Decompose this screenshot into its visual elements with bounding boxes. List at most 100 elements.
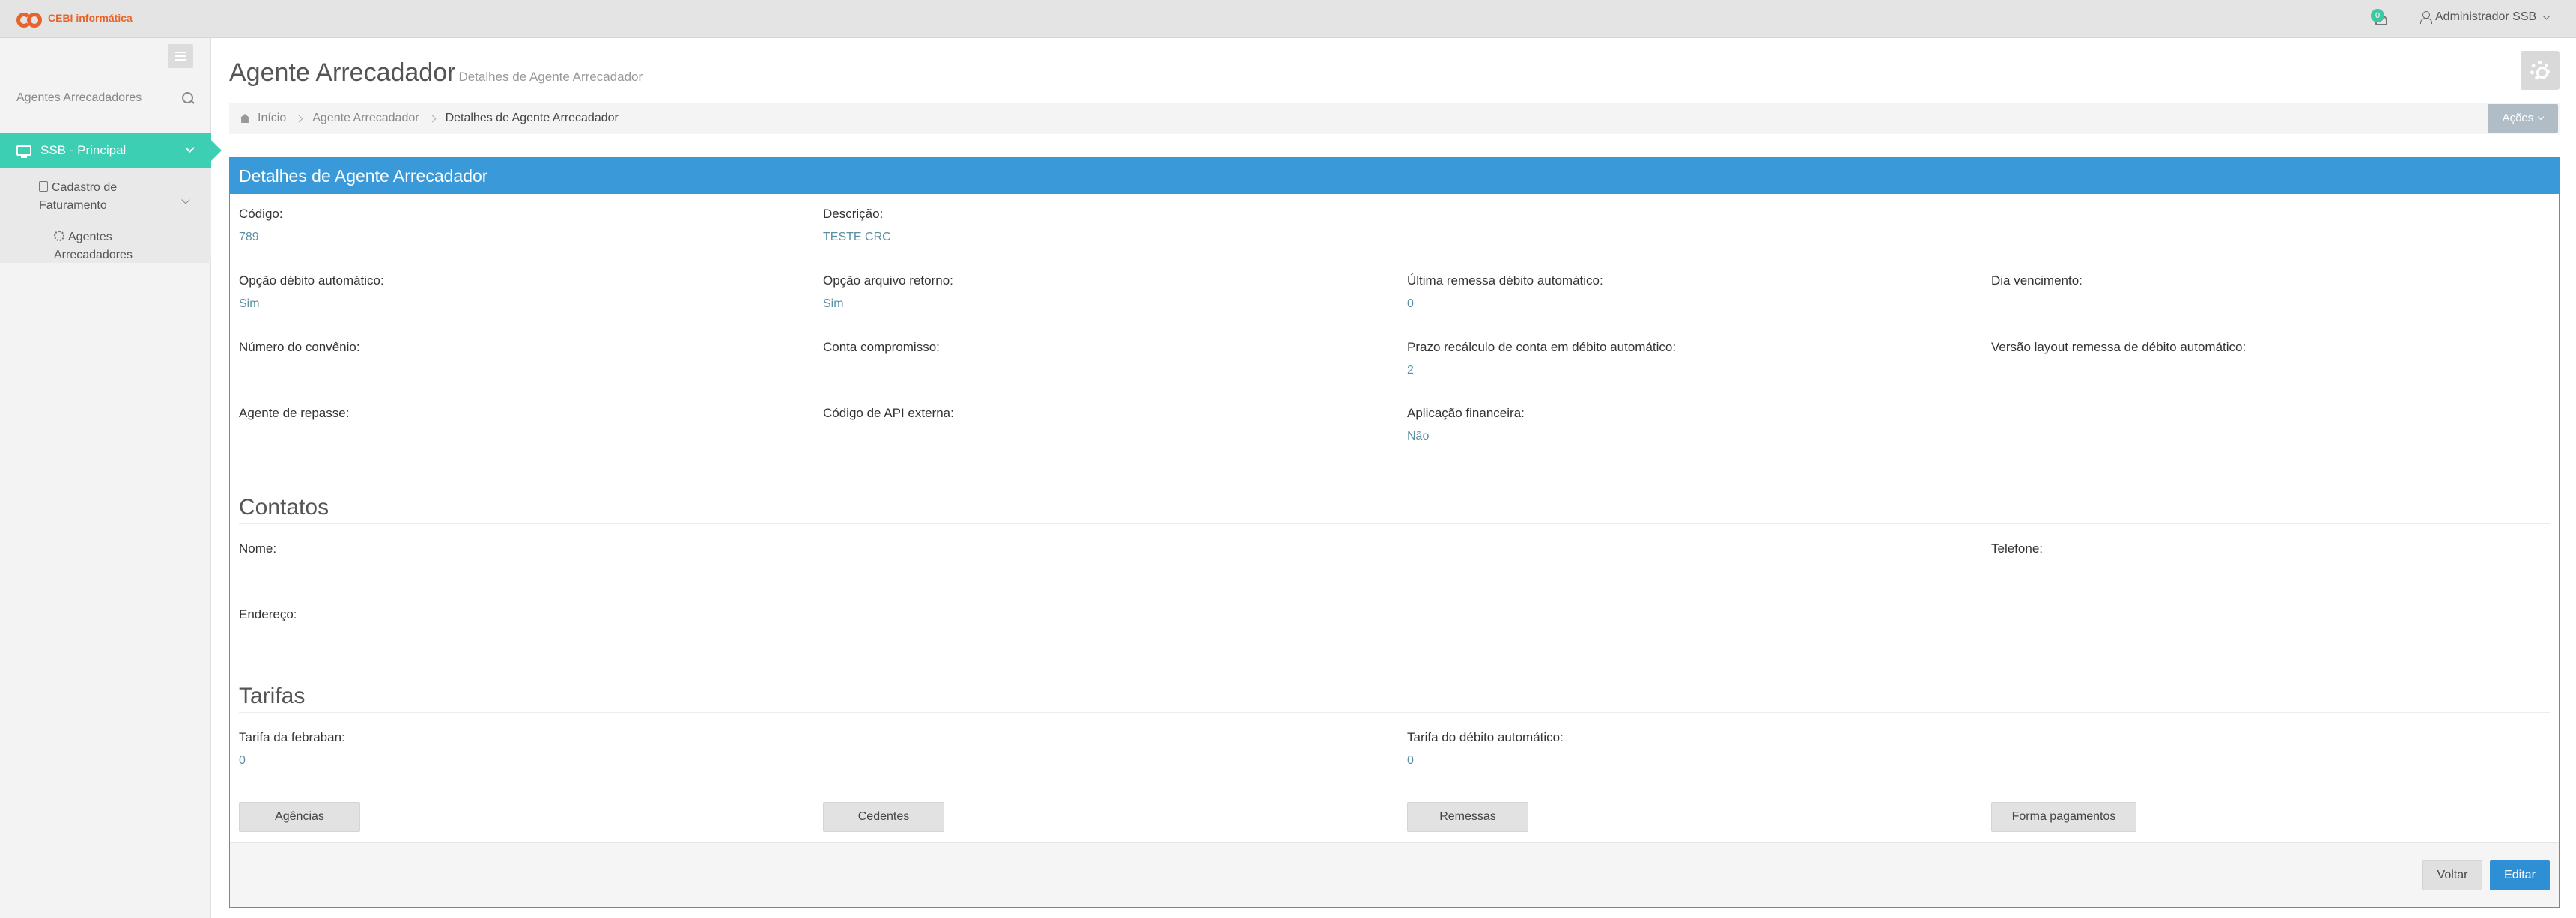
field-value	[823, 364, 940, 377]
field-label: Endereço:	[239, 607, 297, 621]
field-label: Nome:	[239, 541, 277, 556]
edit-button[interactable]: Editar	[2490, 860, 2550, 890]
field-label: Dia vencimento:	[1991, 273, 2083, 288]
breadcrumb: Início Agente Arrecadador Detalhes de Ag…	[240, 112, 619, 125]
user-menu[interactable]: Administrador SSB	[2420, 10, 2551, 24]
sidebar: Agentes Arrecadadores SSB - Principal Ca…	[0, 38, 222, 918]
breadcrumb-agente-arrecadador[interactable]: Agente Arrecadador	[312, 112, 419, 125]
field-opcao-arquivo: Opção arquivo retorno: Sim	[823, 273, 953, 311]
field-conta-compromisso: Conta compromisso:	[823, 340, 940, 377]
agencias-button[interactable]: Agências	[239, 802, 360, 832]
field-value	[239, 364, 360, 377]
sidebar-item-ssb-principal[interactable]: SSB - Principal	[0, 133, 222, 168]
monitor-icon	[16, 145, 31, 158]
field-agente-repasse: Agente de repasse:	[239, 406, 349, 443]
field-value: TESTE CRC	[823, 231, 891, 243]
notification-badge: 0	[2371, 9, 2384, 22]
field-value	[239, 631, 297, 645]
breadcrumb-inicio[interactable]: Início	[258, 112, 286, 125]
field-label: Opção arquivo retorno:	[823, 273, 953, 288]
logo-text: CEBI informática	[48, 12, 133, 24]
active-indicator	[211, 140, 222, 161]
field-value: Não	[1407, 430, 1430, 443]
clipboard-icon	[39, 181, 48, 192]
gear-icon	[2530, 61, 2550, 80]
back-button[interactable]: Voltar	[2422, 860, 2482, 890]
user-name: Administrador SSB	[2435, 10, 2537, 23]
field-label: Agente de repasse:	[239, 406, 350, 420]
field-label: Descrição:	[823, 207, 884, 221]
field-label: Código de API externa:	[823, 406, 954, 420]
sidebar-item-cadastro-faturamento[interactable]: Cadastro de Faturamento	[39, 179, 166, 215]
field-nome: Nome:	[239, 541, 276, 579]
sidebar-search[interactable]: Agentes Arrecadadores	[16, 88, 195, 109]
field-label: Versão layout remessa de débito automáti…	[1991, 340, 2247, 354]
page-subtitle: Detalhes de Agente Arrecadador	[458, 70, 643, 84]
menu-icon	[175, 52, 186, 53]
field-label: Aplicação financeira:	[1407, 406, 1525, 420]
sidebar-item-agentes-arrecadadores[interactable]: Agentes Arrecadadores	[54, 228, 166, 264]
chevron-down-icon	[181, 195, 190, 204]
field-value: 0	[239, 754, 246, 767]
field-numero-convenio: Número do convênio:	[239, 340, 360, 377]
field-label: Prazo recálculo de conta em débito autom…	[1407, 340, 1677, 354]
field-value: 2	[1407, 364, 1414, 377]
divider	[239, 712, 2550, 713]
sidebar-submenu: Cadastro de Faturamento Agentes Arrecada…	[0, 168, 211, 263]
sidebar-item-label: Cadastro de Faturamento	[39, 181, 118, 212]
top-bar: CEBI informática 0 Administrador SSB	[0, 0, 2576, 38]
field-value	[823, 430, 954, 443]
user-icon	[2420, 11, 2432, 24]
actions-dropdown-button[interactable]: Ações	[2488, 104, 2558, 133]
field-opcao-debito: Opção débito automático: Sim	[239, 273, 384, 311]
field-label: Número do convênio:	[239, 340, 360, 354]
field-codigo: Código: 789	[239, 207, 283, 244]
divider	[239, 523, 2550, 524]
field-value: 0	[1407, 754, 1414, 767]
forma-pagamentos-button[interactable]: Forma pagamentos	[1991, 802, 2136, 832]
page-title: Agente Arrecadador Detalhes de Agente Arr…	[229, 58, 643, 88]
section-title-tarifas: Tarifas	[239, 684, 306, 708]
chevron-down-icon	[185, 143, 195, 153]
notification-button[interactable]: 0	[2371, 9, 2393, 28]
gear-icon	[54, 231, 64, 241]
chevron-right-icon	[295, 115, 303, 122]
settings-button[interactable]	[2521, 51, 2560, 90]
section-title-contatos: Contatos	[239, 495, 329, 520]
field-value	[239, 430, 349, 443]
panel-footer: Voltar Editar	[230, 842, 2559, 907]
field-dia-vencimento: Dia vencimento:	[1991, 273, 2083, 311]
logo-icon	[16, 8, 42, 28]
field-value: 0	[1407, 297, 1414, 310]
chevron-down-icon	[2542, 12, 2551, 19]
field-ultima-remessa: Última remessa débito automático: 0	[1407, 273, 1603, 311]
field-label: Tarifa do débito automático:	[1407, 730, 1564, 744]
field-tarifa-febraban: Tarifa da febraban: 0	[239, 730, 345, 767]
field-label: Última remessa débito automático:	[1407, 273, 1603, 288]
field-aplicacao-financeira: Aplicação financeira: Não	[1407, 406, 1525, 443]
search-icon[interactable]	[181, 91, 195, 105]
field-value: Sim	[239, 297, 260, 310]
panel-title: Detalhes de Agente Arrecadador	[230, 158, 2559, 194]
field-label: Telefone:	[1991, 541, 2043, 556]
field-telefone: Telefone:	[1991, 541, 2043, 579]
remessas-button[interactable]: Remessas	[1407, 802, 1528, 832]
chevron-right-icon	[428, 115, 437, 122]
field-value: 789	[239, 231, 259, 243]
field-value	[239, 565, 276, 579]
field-tarifa-debito: Tarifa do débito automático: 0	[1407, 730, 1564, 767]
logo[interactable]: CEBI informática	[16, 8, 133, 28]
sidebar-toggle-button[interactable]	[168, 44, 193, 68]
home-icon	[240, 114, 250, 123]
sidebar-item-label: Agentes Arrecadadores	[54, 231, 133, 261]
chevron-down-icon	[2538, 113, 2545, 121]
sidebar-search-input[interactable]: Agentes Arrecadadores	[16, 91, 142, 105]
field-value	[1991, 297, 2083, 311]
field-value: Sim	[823, 297, 844, 310]
cedentes-button[interactable]: Cedentes	[823, 802, 944, 832]
breadcrumb-current: Detalhes de Agente Arrecadador	[445, 112, 619, 124]
field-codigo-api: Código de API externa:	[823, 406, 954, 443]
field-value	[1991, 364, 2246, 377]
actions-label: Ações	[2502, 112, 2534, 124]
field-label: Opção débito automático:	[239, 273, 384, 288]
